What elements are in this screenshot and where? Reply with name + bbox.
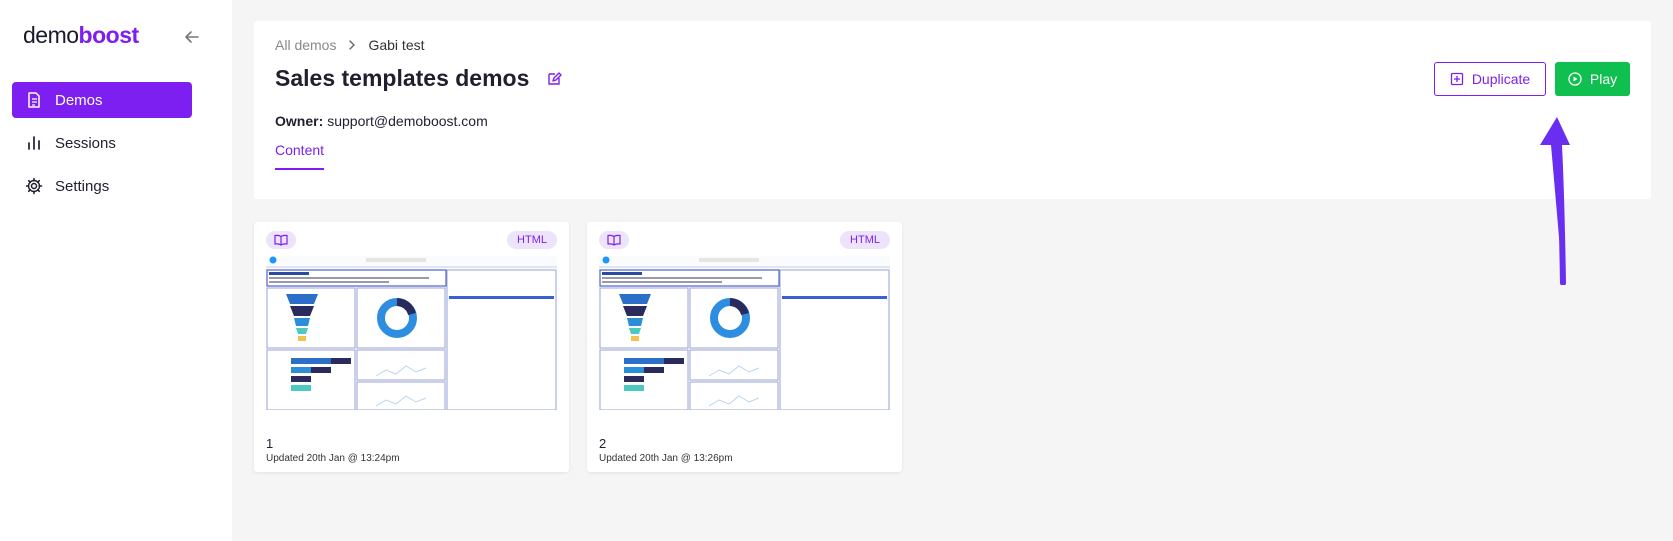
- sidebar-item-settings[interactable]: Settings: [12, 168, 192, 204]
- duplicate-label: Duplicate: [1471, 71, 1531, 87]
- play-icon: [1568, 72, 1582, 86]
- demo-updated: Updated 20th Jan @ 13:26pm: [599, 453, 733, 464]
- owner-label: Owner:: [275, 113, 324, 129]
- demo-name: 1: [266, 436, 274, 451]
- sidebar: demoboost Demos Sessions Settings: [0, 0, 232, 541]
- demo-thumbnail[interactable]: [266, 256, 557, 410]
- demo-card[interactable]: HTML: [587, 222, 902, 472]
- sidebar-item-label: Settings: [55, 177, 110, 195]
- logo-text-demo: demo: [23, 22, 79, 48]
- demo-header: All demos Gabi test Sales templates demo…: [254, 21, 1651, 199]
- book-icon[interactable]: [266, 231, 296, 249]
- sidebar-item-label: Demos: [55, 91, 103, 109]
- demo-updated: Updated 20th Jan @ 13:24pm: [266, 453, 400, 464]
- book-icon[interactable]: [599, 231, 629, 249]
- demo-thumbnail[interactable]: [599, 256, 890, 410]
- play-label: Play: [1589, 71, 1618, 87]
- gear-icon: [25, 177, 43, 195]
- owner-info: Owner: support@demoboost.com: [275, 113, 488, 129]
- tab-content[interactable]: Content: [275, 142, 325, 170]
- owner-email: support@demoboost.com: [327, 113, 488, 129]
- sidebar-item-sessions[interactable]: Sessions: [12, 125, 192, 161]
- duplicate-icon: [1450, 72, 1464, 86]
- type-badge: HTML: [507, 231, 557, 249]
- duplicate-button[interactable]: Duplicate: [1434, 62, 1546, 96]
- demo-name: 2: [599, 436, 607, 451]
- bar-chart-icon: [25, 134, 43, 152]
- sidebar-item-label: Sessions: [55, 134, 116, 152]
- play-button[interactable]: Play: [1555, 62, 1630, 96]
- demo-card[interactable]: HTML: [254, 222, 569, 472]
- page-title: Sales templates demos: [275, 65, 530, 91]
- breadcrumb-all-demos[interactable]: All demos: [275, 37, 336, 53]
- pointer-arrow-annotation: [1535, 105, 1585, 286]
- collapse-sidebar-icon[interactable]: [182, 27, 202, 47]
- breadcrumb-current: Gabi test: [368, 37, 425, 53]
- type-badge: HTML: [840, 231, 890, 249]
- edit-title-icon[interactable]: [546, 71, 562, 87]
- breadcrumb: All demos Gabi test: [275, 37, 425, 53]
- logo[interactable]: demoboost: [23, 22, 139, 49]
- logo-text-boost: boost: [78, 22, 140, 48]
- document-icon: [25, 91, 43, 109]
- chevron-right-icon: [346, 39, 358, 51]
- sidebar-item-demos[interactable]: Demos: [12, 82, 192, 118]
